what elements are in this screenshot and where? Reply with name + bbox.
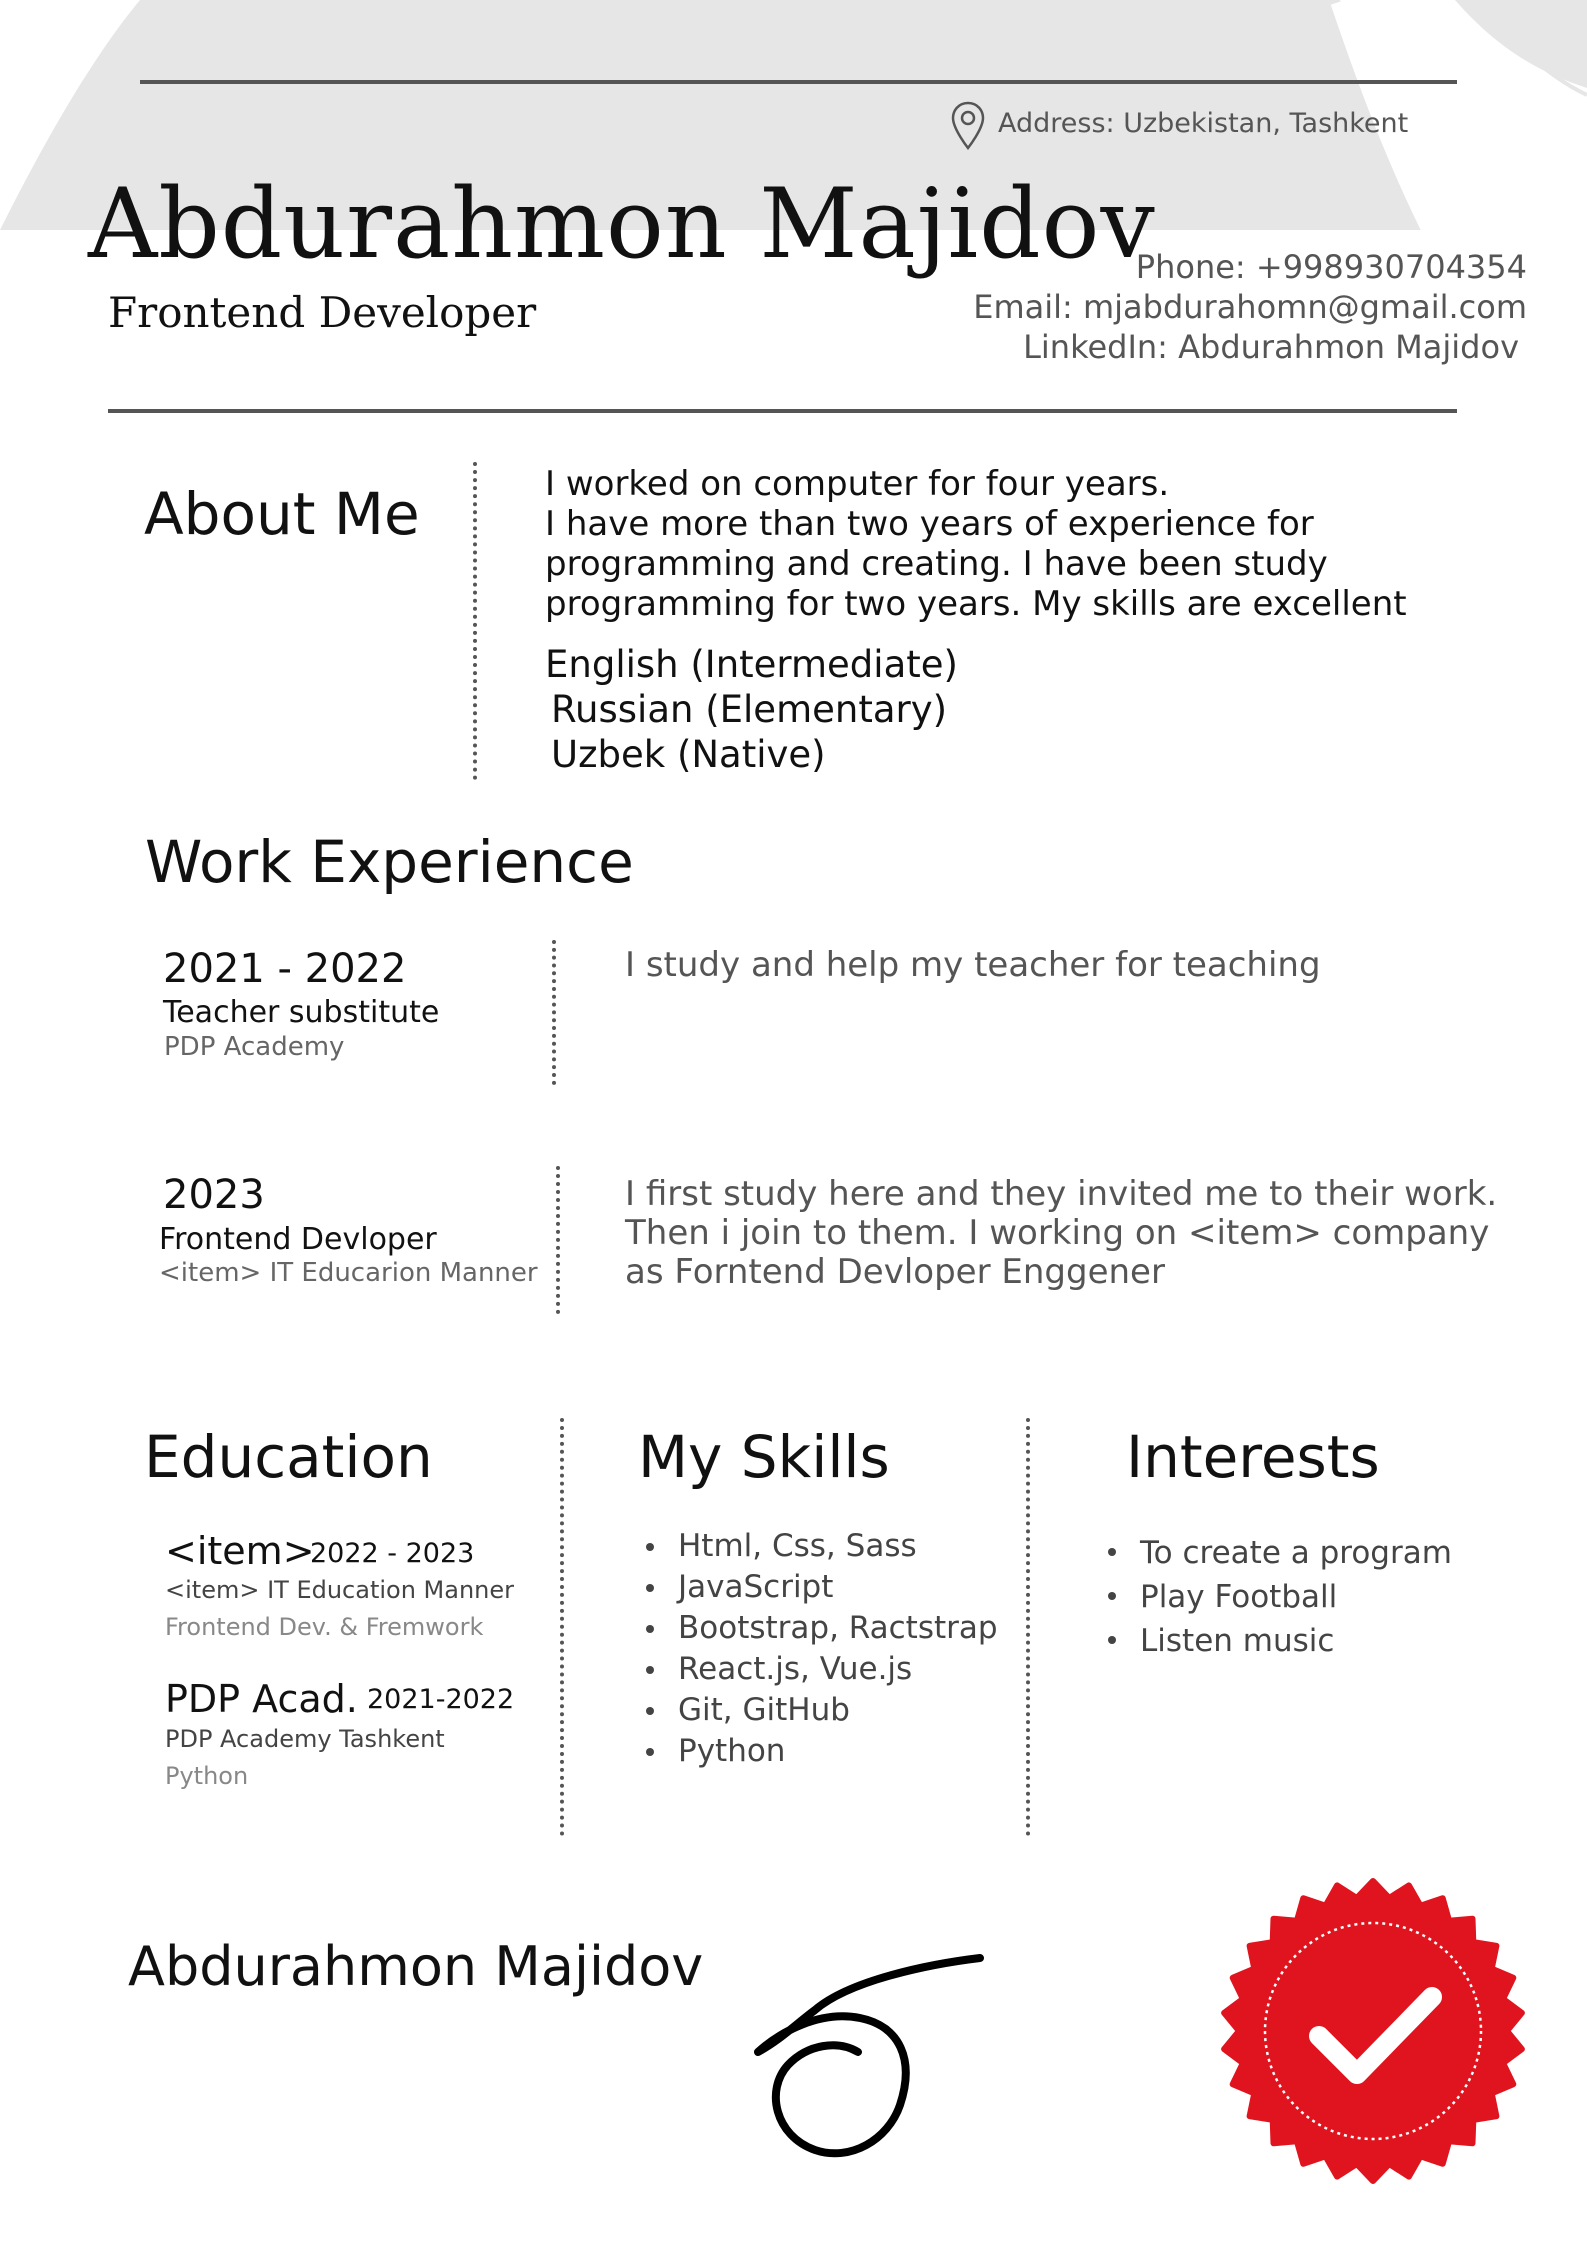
- education-school: <item> IT Education Manner: [165, 1576, 515, 1604]
- work-year: 2021 - 2022: [163, 946, 407, 992]
- about-line: programming for two years. My skills are…: [545, 584, 1407, 624]
- work-company: <item> IT Educarion Manner: [159, 1258, 538, 1288]
- top-rule: [140, 80, 1457, 84]
- interests-title: Interests: [1126, 1423, 1380, 1491]
- skill-item: Bootstrap, Ractstrap: [642, 1608, 998, 1649]
- work-description-line: I study and help my teacher for teaching: [625, 945, 1321, 985]
- checkmark-seal-icon: [1221, 1878, 1525, 2184]
- job-title: Frontend Developer: [108, 288, 537, 337]
- about-text: I worked on computer for four years. I h…: [545, 464, 1465, 624]
- skills-list: Html, Css, Sass JavaScript Bootstrap, Ra…: [642, 1526, 998, 1772]
- interests-list: To create a program Play Football Listen…: [1104, 1531, 1452, 1663]
- work-divider: [552, 940, 556, 1085]
- work-role: Frontend Devloper: [159, 1222, 437, 1257]
- address-text: Address: Uzbekistan, Tashkent: [998, 108, 1409, 139]
- education-title: Education: [144, 1423, 433, 1491]
- language-item: Russian (Elementary): [551, 688, 948, 731]
- education-years: 2021-2022: [367, 1684, 515, 1715]
- about-line: programming and creating. I have been st…: [545, 544, 1328, 584]
- work-title: Work Experience: [145, 828, 634, 896]
- work-description: I first study here and they invited me t…: [625, 1175, 1545, 1292]
- work-role: Teacher substitute: [163, 995, 440, 1030]
- location-pin-icon: [951, 101, 985, 151]
- about-line: I have more than two years of experience…: [545, 504, 1314, 544]
- header-divider: [108, 409, 1457, 413]
- skill-item: Git, GitHub: [642, 1690, 998, 1731]
- education-name: <item>: [165, 1529, 315, 1573]
- skills-title: My Skills: [638, 1423, 890, 1491]
- work-divider: [556, 1166, 560, 1314]
- phone-line: Phone: +998930704354: [1135, 248, 1527, 286]
- work-description-line: Then i join to them. I working on <item>…: [625, 1213, 1490, 1253]
- work-year: 2023: [163, 1172, 265, 1218]
- interest-item: To create a program: [1104, 1531, 1452, 1575]
- education-years: 2022 - 2023: [310, 1538, 475, 1569]
- work-company: PDP Academy: [164, 1032, 345, 1062]
- skill-item: Python: [642, 1731, 998, 1772]
- signature: [754, 1954, 984, 2158]
- about-divider: [473, 462, 477, 780]
- education-name: PDP Acad.: [165, 1677, 358, 1721]
- interest-item: Play Football: [1104, 1575, 1452, 1619]
- footer-name: Abdurahmon Majidov: [128, 1935, 704, 1998]
- language-item: Uzbek (Native): [551, 733, 826, 776]
- interest-item: Listen music: [1104, 1619, 1452, 1663]
- skills-divider: [1026, 1418, 1030, 1836]
- education-field: Frontend Dev. & Fremwork: [165, 1613, 484, 1641]
- email-line: Email: mjabdurahomn@gmail.com: [973, 288, 1527, 326]
- education-school: PDP Academy Tashkent: [165, 1725, 445, 1753]
- skill-item: React.js, Vue.js: [642, 1649, 998, 1690]
- work-description-line: I first study here and they invited me t…: [625, 1174, 1498, 1214]
- about-line: I worked on computer for four years.: [545, 464, 1170, 504]
- candidate-name: Abdurahmon Majidov: [88, 168, 1156, 280]
- skill-item: Html, Css, Sass: [642, 1526, 998, 1567]
- language-item: English (Intermediate): [545, 643, 958, 686]
- education-divider: [560, 1418, 564, 1836]
- about-title: About Me: [144, 480, 420, 548]
- work-description: I study and help my teacher for teaching: [625, 946, 1525, 985]
- address-line: Address: Uzbekistan, Tashkent: [951, 101, 1409, 151]
- education-field: Python: [165, 1762, 249, 1790]
- work-description-line: as Forntend Devloper Enggener: [625, 1252, 1165, 1292]
- linkedin-line: LinkedIn: Abdurahmon Majidov: [1023, 328, 1519, 366]
- skill-item: JavaScript: [642, 1567, 998, 1608]
